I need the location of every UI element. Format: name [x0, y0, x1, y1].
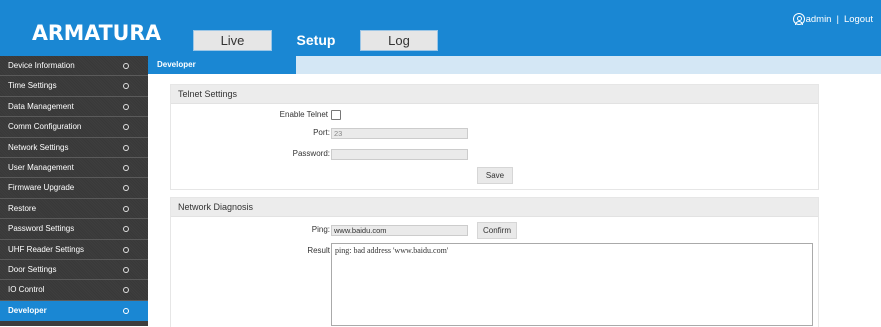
panel-title: Telnet Settings: [171, 85, 818, 104]
sidebar-item-label: User Management: [8, 162, 74, 172]
circle-icon: [123, 103, 129, 110]
sidebar-item-door-settings[interactable]: Door Settings: [0, 259, 148, 281]
user-icon: [792, 13, 805, 25]
separator: |: [836, 13, 839, 25]
user-area: admin | Logout: [792, 13, 873, 25]
sidebar-item-network-settings[interactable]: Network Settings: [0, 137, 148, 158]
sidebar-item-time-settings[interactable]: Time Settings: [0, 76, 148, 97]
sidebar-item-label: Password Settings: [8, 224, 75, 234]
port-label: Port:: [313, 128, 330, 137]
enable-telnet-label: Enable Telnet: [279, 110, 328, 119]
confirm-button[interactable]: Confirm: [477, 222, 517, 239]
sidebar-item-io-control[interactable]: IO Control: [0, 280, 148, 301]
brand-logo: ARMATURA: [32, 21, 162, 45]
panel-title: Network Diagnosis: [171, 198, 818, 217]
password-input[interactable]: [331, 149, 468, 160]
sidebar-item-user-management[interactable]: User Management: [0, 157, 148, 179]
sidebar-item-firmware-upgrade[interactable]: Firmware Upgrade: [0, 178, 148, 199]
sidebar-item-developer[interactable]: Developer: [0, 300, 148, 322]
tab-log[interactable]: Log: [360, 30, 438, 51]
sidebar-item-label: Data Management: [8, 101, 74, 111]
sidebar-item-comm-configuration[interactable]: Comm Configuration: [0, 117, 148, 138]
sidebar-item-data-management[interactable]: Data Management: [0, 96, 148, 118]
ping-label: Ping:: [311, 225, 330, 234]
result-textarea[interactable]: ping: bad address 'www.baidu.com': [331, 243, 813, 326]
circle-icon: [123, 124, 129, 131]
top-header: ARMATURA Live Setup Log admin | Logout: [0, 0, 881, 56]
sidebar-item-label: Restore: [8, 203, 37, 213]
sidebar-item-device-information[interactable]: Device Information: [0, 56, 148, 77]
password-label: Password:: [292, 149, 330, 158]
sidebar-item-label: Network Settings: [8, 142, 69, 152]
save-button[interactable]: Save: [477, 167, 513, 184]
circle-icon: [123, 287, 129, 294]
circle-icon: [123, 185, 129, 192]
result-label: Result: [307, 246, 330, 255]
circle-icon: [123, 205, 129, 212]
sidebar-item-uhf-reader-settings[interactable]: UHF Reader Settings: [0, 239, 148, 260]
sidebar-item-restore[interactable]: Restore: [0, 198, 148, 220]
ping-input[interactable]: www.baidu.com: [331, 225, 468, 236]
logout-link[interactable]: Logout: [844, 14, 873, 25]
sidebar-item-label: Time Settings: [8, 81, 57, 91]
sidebar-item-label: Firmware Upgrade: [8, 183, 75, 193]
page-tab-bar: Developer: [148, 56, 881, 74]
port-input[interactable]: 23: [331, 128, 468, 139]
sidebar-item-label: Developer: [8, 305, 47, 315]
circle-icon: [123, 63, 129, 69]
sidebar-item-label: IO Control: [8, 285, 45, 295]
tab-live[interactable]: Live: [193, 30, 272, 51]
circle-icon: [123, 83, 129, 90]
username-link[interactable]: admin: [806, 14, 832, 25]
sidebar-item-label: Door Settings: [8, 264, 57, 274]
circle-icon: [123, 226, 129, 233]
sidebar-item-label: UHF Reader Settings: [8, 244, 85, 254]
enable-telnet-checkbox[interactable]: [331, 110, 341, 120]
circle-icon: [123, 246, 129, 253]
circle-icon: [123, 164, 129, 171]
circle-icon: [123, 266, 129, 273]
circle-icon: [123, 307, 129, 314]
tab-developer[interactable]: Developer: [148, 56, 296, 74]
circle-icon: [123, 144, 129, 151]
sidebar-item-label: Device Information: [8, 61, 75, 70]
tab-setup[interactable]: Setup: [281, 30, 351, 51]
sidebar-item-label: Comm Configuration: [8, 122, 82, 132]
sidebar: Device Information Time Settings Data Ma…: [0, 56, 148, 326]
sidebar-item-password-settings[interactable]: Password Settings: [0, 219, 148, 240]
